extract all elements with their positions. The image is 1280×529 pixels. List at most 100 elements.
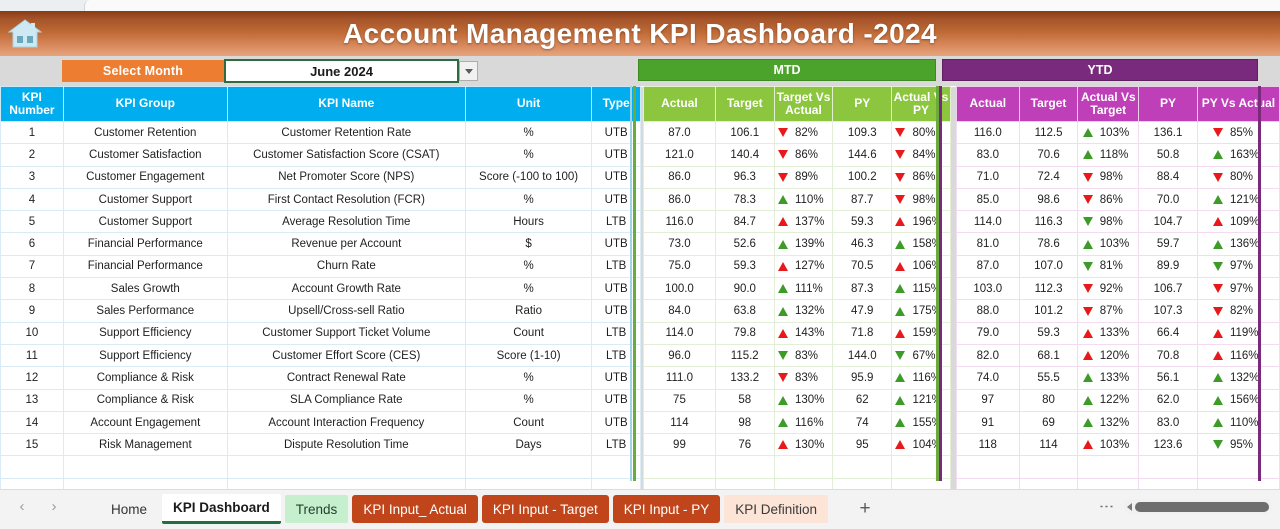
scrollbar-thumb[interactable]	[1135, 502, 1269, 512]
cell-ytd-actual-vs-target: 120%	[1078, 344, 1139, 366]
col-ytd-target[interactable]: Target	[1019, 87, 1078, 122]
trend-value: 175%	[912, 305, 946, 317]
scroll-left-icon[interactable]	[1127, 503, 1132, 511]
col-ytd-actual[interactable]: Actual	[956, 87, 1019, 122]
cell-mtd-py: 144.6	[833, 144, 892, 166]
trend-up-icon	[1213, 240, 1223, 249]
cell-ytd-actual: 114.0	[956, 211, 1019, 233]
mtd-py-trend: 106%	[892, 260, 950, 272]
trend-down-icon	[778, 351, 788, 360]
sheet-nav: ‹ ›	[14, 498, 62, 515]
cell-kpi-number: 15	[1, 434, 64, 456]
cell-kpi-number: 1	[1, 122, 64, 144]
cell-ytd-py: 70.0	[1139, 188, 1198, 210]
cell-ytd-py-vs-actual: 82%	[1197, 300, 1279, 322]
mtd-py-trend: 84%	[892, 149, 950, 161]
cell-mtd-target: 59.3	[715, 255, 774, 277]
mtd-trend: 137%	[775, 216, 833, 228]
more-options-icon[interactable]: ⋮	[1099, 499, 1114, 515]
cell-ytd-py: 107.3	[1139, 300, 1198, 322]
col-ytd-py[interactable]: PY	[1139, 87, 1198, 122]
trend-value: 116%	[795, 417, 829, 429]
trend-up-icon	[1083, 418, 1093, 427]
sheet-tab-kpi-input-py[interactable]: KPI Input - PY	[613, 495, 721, 523]
cell-kpi-name: Dispute Resolution Time	[227, 434, 465, 456]
cell-mtd-target: 98	[715, 411, 774, 433]
cell-mtd-actual-vs-py: 86%	[892, 166, 951, 188]
cell-ytd-actual-vs-target: 98%	[1078, 211, 1139, 233]
cell-ytd-actual: 118	[956, 434, 1019, 456]
col-type[interactable]: Type	[592, 87, 641, 122]
mtd-trend: 83%	[775, 372, 833, 384]
cell-mtd-target-vs-actual: 110%	[774, 188, 833, 210]
cell-unit: %	[465, 255, 592, 277]
cell-mtd-target-vs-actual: 89%	[774, 166, 833, 188]
cell-unit: Count	[465, 322, 592, 344]
cell-kpi-number: 8	[1, 278, 64, 300]
trend-up-icon	[1083, 128, 1093, 137]
col-mtd-target[interactable]: Target	[715, 87, 774, 122]
mtd-py-trend: 155%	[892, 417, 950, 429]
col-ytd-pva[interactable]: PY Vs Actual	[1197, 87, 1279, 122]
sheet-tab-kpi-input-actual[interactable]: KPI Input_ Actual	[352, 495, 478, 523]
mtd-py-trend: 115%	[892, 283, 950, 295]
cell-mtd-target: 58	[715, 389, 774, 411]
cell-ytd-py: 70.8	[1139, 344, 1198, 366]
trend-value: 121%	[912, 394, 946, 406]
ytd-py-trend: 97%	[1198, 283, 1279, 295]
col-mtd-avp[interactable]: Actual Vs PY	[892, 87, 951, 122]
trend-value: 159%	[912, 327, 946, 339]
col-kpi-number[interactable]: KPI Number	[1, 87, 64, 122]
table-row: 10Support EfficiencyCustomer Support Tic…	[1, 322, 1280, 344]
cell-ytd-actual: 83.0	[956, 144, 1019, 166]
cell-mtd-actual-vs-py: 115%	[892, 278, 951, 300]
mtd-py-trend: 86%	[892, 171, 950, 183]
trend-value: 82%	[795, 127, 829, 139]
trend-up-icon	[1083, 351, 1093, 360]
chevron-left-icon[interactable]: ‹	[14, 498, 30, 515]
cell-ytd-py: 89.9	[1139, 255, 1198, 277]
home-icon[interactable]	[8, 18, 42, 49]
ytd-py-trend: 156%	[1198, 394, 1279, 406]
month-select[interactable]: June 2024	[224, 59, 459, 83]
chevron-right-icon[interactable]: ›	[46, 498, 62, 515]
ytd-trend: 92%	[1078, 283, 1138, 295]
cell-kpi-number: 6	[1, 233, 64, 255]
trend-up-icon	[1213, 217, 1223, 226]
cell-ytd-py: 88.4	[1139, 166, 1198, 188]
col-unit[interactable]: Unit	[465, 87, 592, 122]
trend-up-icon	[1213, 418, 1223, 427]
horizontal-scrollbar[interactable]	[1124, 499, 1272, 515]
col-mtd-tva[interactable]: Target Vs Actual	[774, 87, 833, 122]
cell-mtd-actual: 96.0	[644, 344, 716, 366]
cell-unit: %	[465, 389, 592, 411]
table-header-row: KPI Number KPI Group KPI Name Unit Type …	[1, 87, 1280, 122]
sheet-tab-home[interactable]: Home	[100, 495, 158, 523]
col-ytd-avt[interactable]: Actual Vs Target	[1078, 87, 1139, 122]
col-mtd-actual[interactable]: Actual	[644, 87, 716, 122]
trend-value: 80%	[912, 127, 946, 139]
cell-mtd-actual: 114.0	[644, 322, 716, 344]
cell-type: LTB	[592, 211, 641, 233]
cell-ytd-actual: 74.0	[956, 367, 1019, 389]
col-mtd-py[interactable]: PY	[833, 87, 892, 122]
add-sheet-button[interactable]: +	[854, 498, 876, 520]
trend-down-icon	[895, 351, 905, 360]
col-kpi-name[interactable]: KPI Name	[227, 87, 465, 122]
table-row-empty	[1, 456, 1280, 478]
sheet-tab-kpi-definition[interactable]: KPI Definition	[724, 495, 828, 523]
chevron-down-icon[interactable]	[459, 61, 478, 81]
sheet-tab-trends[interactable]: Trends	[285, 495, 349, 523]
cell-unit: Days	[465, 434, 592, 456]
cell-mtd-actual-vs-py: 80%	[892, 122, 951, 144]
mtd-trend: 130%	[775, 394, 833, 406]
trend-value: 136%	[1230, 238, 1264, 250]
trend-up-icon	[1213, 195, 1223, 204]
sheet-tab-kpi-dashboard[interactable]: KPI Dashboard	[162, 494, 281, 524]
cell-mtd-actual: 114	[644, 411, 716, 433]
sheet-tab-kpi-input-target[interactable]: KPI Input - Target	[482, 495, 609, 523]
col-kpi-group[interactable]: KPI Group	[63, 87, 227, 122]
cell-mtd-target-vs-actual: 130%	[774, 434, 833, 456]
cell-ytd-py-vs-actual: 119%	[1197, 322, 1279, 344]
cell-mtd-target-vs-actual: 86%	[774, 144, 833, 166]
